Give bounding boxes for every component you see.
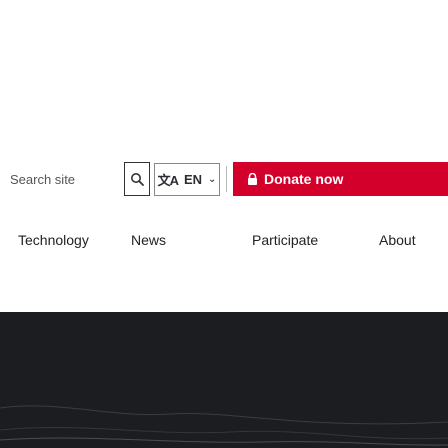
nav-item-about[interactable]: About <box>379 232 416 248</box>
nav-item-participate[interactable]: Participate <box>252 232 318 248</box>
hero-banner <box>0 312 448 448</box>
search-button[interactable] <box>124 162 150 196</box>
search-input[interactable] <box>0 164 134 194</box>
main-nav: Technology News Participate About <box>0 232 448 256</box>
translate-icon: 文A <box>157 173 179 188</box>
nav-item-news[interactable]: News <box>131 232 166 248</box>
nav-item-technology[interactable]: Technology <box>18 232 89 248</box>
chevron-down-icon: ⌄ <box>208 174 217 185</box>
header-divider <box>226 166 227 192</box>
donate-button[interactable]: Donate now <box>233 162 448 196</box>
search-icon <box>131 173 144 186</box>
hero-background-graphic <box>0 312 448 448</box>
language-selector[interactable]: 文A EN ⌄ <box>154 163 220 196</box>
lock-icon <box>248 173 257 185</box>
donate-label: Donate now <box>264 171 344 187</box>
language-label: EN <box>183 172 203 187</box>
